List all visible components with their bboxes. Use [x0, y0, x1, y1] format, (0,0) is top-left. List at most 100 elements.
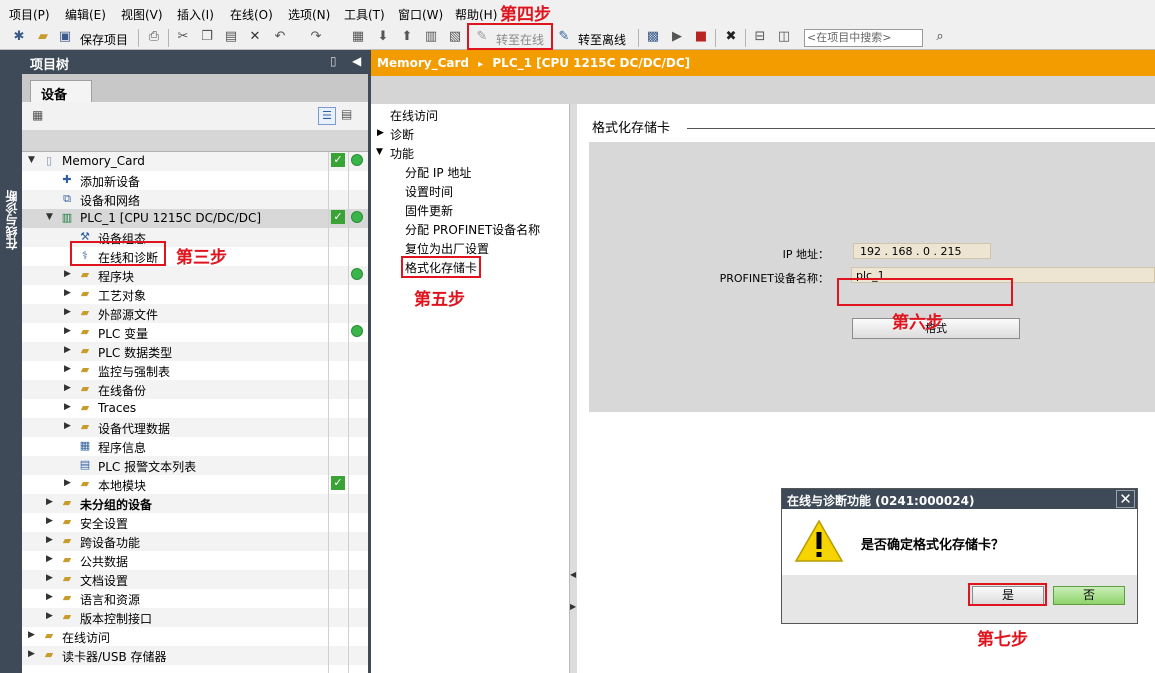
- tree-item-plc-data-types[interactable]: ▶ ▰ PLC 数据类型: [22, 342, 368, 361]
- expand-arrow-icon[interactable]: ▶: [64, 307, 74, 317]
- split-horizontal-icon[interactable]: ⊟: [752, 29, 768, 45]
- tree-item-ungrouped-devices[interactable]: ▶ ▰ 未分组的设备: [22, 494, 368, 513]
- delete-icon[interactable]: ✕: [247, 29, 263, 45]
- go-offline-icon[interactable]: ✎: [556, 29, 572, 45]
- expand-arrow-icon[interactable]: ▼: [46, 212, 56, 222]
- breadcrumb-project[interactable]: Memory_Card: [377, 56, 469, 70]
- tree-item-external-sources[interactable]: ▶ ▰ 外部源文件: [22, 304, 368, 323]
- menu-help[interactable]: 帮助(H): [455, 6, 497, 23]
- expand-arrow-icon[interactable]: ▶: [64, 478, 74, 488]
- expand-arrow-icon[interactable]: ▶: [64, 345, 74, 355]
- expand-arrow-icon[interactable]: ▶: [64, 383, 74, 393]
- expand-arrow-icon[interactable]: ▶: [64, 421, 74, 431]
- expand-arrow-icon[interactable]: ▶: [64, 288, 74, 298]
- expand-arrow-icon[interactable]: ▶: [46, 516, 56, 526]
- split-vertical-icon[interactable]: ◫: [776, 29, 792, 45]
- expand-arrow-icon[interactable]: ▶: [28, 649, 38, 659]
- tree-item-devices-networks[interactable]: ⧉ 设备和网络: [22, 190, 368, 209]
- tree-item-documentation-settings[interactable]: ▶ ▰ 文档设置: [22, 570, 368, 589]
- expand-arrow-icon[interactable]: ▶: [64, 364, 74, 374]
- tree-item-cross-device-functions[interactable]: ▶ ▰ 跨设备功能: [22, 532, 368, 551]
- expand-arrow-icon[interactable]: ▶: [46, 573, 56, 583]
- tree-item-traces[interactable]: ▶ ▰ Traces: [22, 399, 368, 418]
- expand-arrow-icon[interactable]: ▶: [64, 402, 74, 412]
- tree-item-program-info[interactable]: ▦ 程序信息: [22, 437, 368, 456]
- expand-arrow-icon[interactable]: ▶: [46, 554, 56, 564]
- tree-item-technology-objects[interactable]: ▶ ▰ 工艺对象: [22, 285, 368, 304]
- tree-item-online-access[interactable]: ▶ ▰ 在线访问: [22, 627, 368, 646]
- menu-options[interactable]: 选项(N): [288, 6, 330, 23]
- open-project-icon[interactable]: ▰: [35, 29, 51, 45]
- expand-arrow-icon[interactable]: ▶: [64, 326, 74, 336]
- nav-functions[interactable]: 功能: [390, 145, 414, 162]
- menu-tools[interactable]: 工具(T): [344, 6, 385, 23]
- online-diagnostics-side-tab[interactable]: 在线与诊断: [0, 50, 22, 673]
- save-icon[interactable]: ▣: [57, 29, 73, 45]
- expand-arrow-icon[interactable]: ▶: [46, 611, 56, 621]
- start-cpu-icon[interactable]: ▶: [669, 29, 685, 45]
- go-offline-button[interactable]: 转至离线: [578, 31, 626, 48]
- scroll-right-icon[interactable]: ▶: [570, 602, 576, 611]
- tree-item-memory-card[interactable]: ▼ ▯ Memory_Card: [22, 152, 368, 171]
- menu-insert[interactable]: 插入(I): [177, 6, 214, 23]
- paste-icon[interactable]: ▤: [223, 29, 239, 45]
- tree-item-card-reader[interactable]: ▶ ▰ 读卡器/USB 存储器: [22, 646, 368, 665]
- binoculars-icon[interactable]: ⌕: [932, 29, 948, 45]
- save-project-button[interactable]: 保存项目: [80, 31, 128, 48]
- scroll-left-icon[interactable]: ◀: [570, 570, 576, 579]
- upload-icon[interactable]: ⬆: [399, 29, 415, 45]
- menu-window[interactable]: 窗口(W): [398, 6, 443, 23]
- new-project-icon[interactable]: ✱: [11, 29, 27, 45]
- simulation-start-icon[interactable]: ▧: [447, 29, 463, 45]
- expand-arrow-icon[interactable]: ▶: [46, 497, 56, 507]
- expand-arrow-icon[interactable]: ▶: [377, 128, 384, 138]
- nav-online-access[interactable]: 在线访问: [390, 107, 438, 124]
- tree-item-version-control[interactable]: ▶ ▰ 版本控制接口: [22, 608, 368, 627]
- tree-item-common-data[interactable]: ▶ ▰ 公共数据: [22, 551, 368, 570]
- tab-devices[interactable]: 设备: [30, 80, 92, 103]
- simulate-icon[interactable]: ▥: [423, 29, 439, 45]
- nav-assign-profinet-name[interactable]: 分配 PROFINET设备名称: [405, 221, 540, 238]
- cut-icon[interactable]: ✂: [175, 29, 191, 45]
- tree-item-languages-resources[interactable]: ▶ ▰ 语言和资源: [22, 589, 368, 608]
- expand-arrow-icon[interactable]: ▶: [64, 269, 74, 279]
- stop-cpu-icon[interactable]: ■: [693, 29, 709, 45]
- no-button[interactable]: 否: [1053, 586, 1125, 605]
- tree-item-plc1[interactable]: ▼ ▥ PLC_1 [CPU 1215C DC/DC/DC]: [22, 209, 368, 228]
- cross-reference-icon[interactable]: ✖: [723, 29, 739, 45]
- nav-assign-ip[interactable]: 分配 IP 地址: [405, 164, 471, 181]
- compile-icon[interactable]: ▦: [350, 29, 366, 45]
- tree-item-add-device[interactable]: ✚ 添加新设备: [22, 171, 368, 190]
- accessible-devices-icon[interactable]: ▩: [645, 29, 661, 45]
- tree-item-plc-tags[interactable]: ▶ ▰ PLC 变量: [22, 323, 368, 342]
- download-icon[interactable]: ⬇: [375, 29, 391, 45]
- collapse-arrow-icon[interactable]: ▼: [376, 147, 383, 157]
- tree-item-device-proxy-data[interactable]: ▶ ▰ 设备代理数据: [22, 418, 368, 437]
- menu-online[interactable]: 在线(O): [230, 6, 273, 23]
- expand-arrow-icon[interactable]: ▶: [46, 535, 56, 545]
- panel-layout-icon[interactable]: ▯: [330, 54, 337, 68]
- nav-diagnostics[interactable]: 诊断: [390, 126, 414, 143]
- print-icon[interactable]: ⎙: [146, 29, 162, 45]
- expand-arrow-icon[interactable]: ▶: [46, 592, 56, 602]
- close-icon[interactable]: ✕: [1116, 490, 1135, 508]
- tree-grid-icon[interactable]: ▦: [32, 108, 43, 122]
- tree-item-local-modules[interactable]: ▶ ▰ 本地模块: [22, 475, 368, 494]
- nav-set-time[interactable]: 设置时间: [405, 183, 453, 200]
- nav-reset-factory[interactable]: 复位为出厂设置: [405, 240, 489, 257]
- collapse-panel-icon[interactable]: ◀: [352, 54, 361, 68]
- tree-item-program-blocks[interactable]: ▶ ▰ 程序块: [22, 266, 368, 285]
- tree-item-security-settings[interactable]: ▶ ▰ 安全设置: [22, 513, 368, 532]
- redo-icon[interactable]: ↷: [308, 29, 324, 45]
- tree-item-alarm-text-lists[interactable]: ▤ PLC 报警文本列表: [22, 456, 368, 475]
- menu-project[interactable]: 项目(P): [9, 6, 50, 23]
- project-search-input[interactable]: <在项目中搜索>: [804, 29, 923, 47]
- menu-view[interactable]: 视图(V): [121, 6, 163, 23]
- breadcrumb-device[interactable]: PLC_1 [CPU 1215C DC/DC/DC]: [492, 56, 690, 70]
- nav-firmware-update[interactable]: 固件更新: [405, 202, 453, 219]
- copy-icon[interactable]: ❐: [199, 29, 215, 45]
- expand-arrow-icon[interactable]: ▶: [28, 630, 38, 640]
- tree-item-online-backups[interactable]: ▶ ▰ 在线备份: [22, 380, 368, 399]
- nav-scrollbar[interactable]: ◀ ▶: [569, 104, 577, 673]
- expand-arrow-icon[interactable]: ▼: [28, 155, 38, 165]
